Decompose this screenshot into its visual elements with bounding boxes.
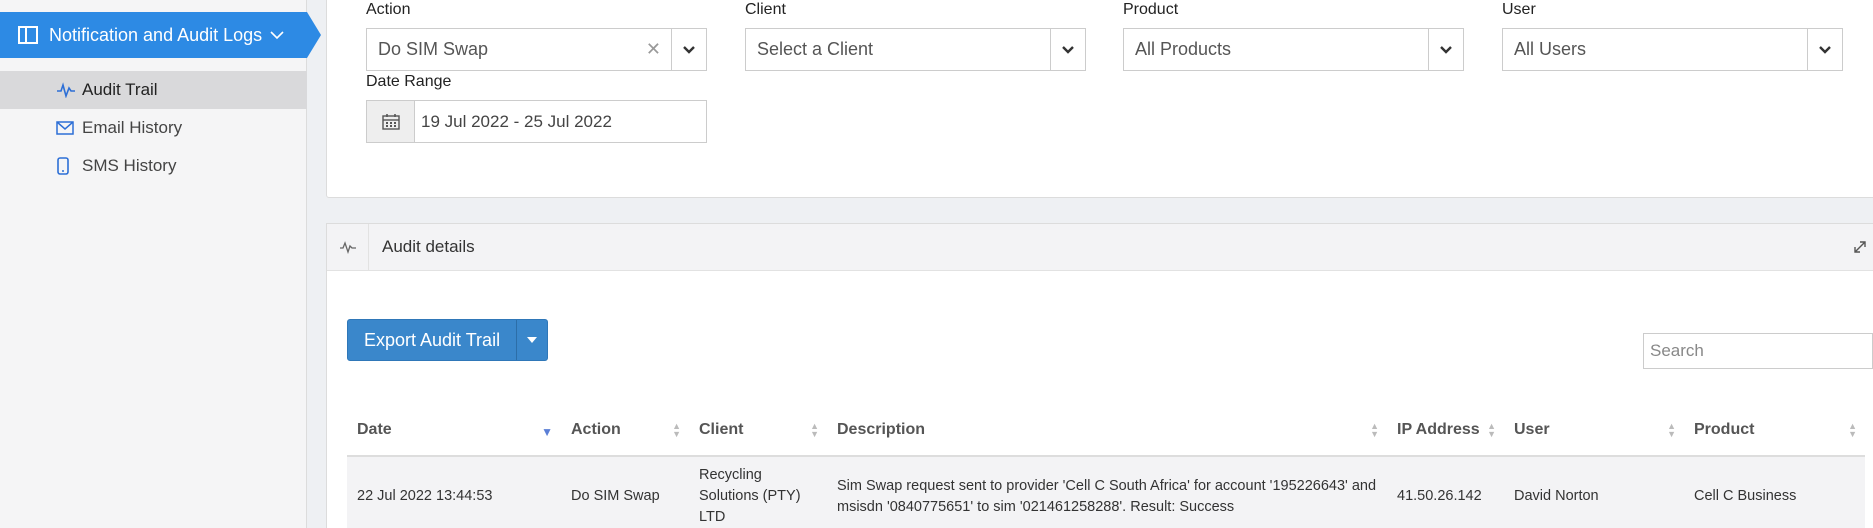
mobile-icon: [56, 157, 76, 175]
cell-description: Sim Swap request sent to provider 'Cell …: [837, 477, 1377, 515]
product-select[interactable]: All Products: [1123, 28, 1464, 71]
activity-icon: [327, 224, 369, 270]
action-select-value: Do SIM Swap: [378, 39, 489, 59]
date-range-picker[interactable]: 19 Jul 2022 - 25 Jul 2022: [366, 100, 707, 143]
sidebar-item-label: Audit Trail: [82, 80, 158, 99]
sidebar: Notification and Audit Logs Audit Trail …: [0, 0, 321, 528]
export-button-label[interactable]: Export Audit Trail: [348, 320, 518, 360]
date-range-value: 19 Jul 2022 - 25 Jul 2022: [421, 111, 612, 131]
sidebar-item-label: Email History: [82, 118, 183, 137]
product-filter-label: Product: [1123, 1, 1179, 18]
sort-desc-icon: ▼: [541, 425, 553, 439]
table-row[interactable]: 22 Jul 2022 13:44:53 Do SIM Swap Recycli…: [347, 456, 1865, 528]
user-filter-label: User: [1502, 1, 1536, 18]
action-filter-label: Action: [366, 1, 411, 18]
export-audit-trail-button[interactable]: Export Audit Trail: [347, 319, 549, 361]
clear-icon[interactable]: ✕: [646, 39, 661, 60]
sidebar-section-notification-audit[interactable]: Notification and Audit Logs: [0, 12, 321, 58]
column-header-label: Product: [1694, 420, 1755, 438]
column-header-user[interactable]: User ▲ ▼: [1504, 404, 1684, 457]
caret-down-icon[interactable]: [517, 320, 547, 360]
table-header-row: Date ▼ Action ▲ ▼ Client ▲ ▼ Description ▲ ▼ IP…: [347, 404, 1865, 457]
filter-panel: Action Do SIM Swap ✕ Client Select a Cli…: [326, 0, 1873, 198]
column-header-client[interactable]: Client ▲ ▼: [689, 404, 827, 457]
chevron-down-icon[interactable]: [1428, 29, 1463, 70]
audit-panel-header: Audit details: [327, 224, 1873, 271]
sort-icon: ▲ ▼: [810, 421, 819, 439]
sort-icon: ▲ ▼: [1848, 421, 1857, 439]
audit-table: Date ▼ Action ▲ ▼ Client ▲ ▼ Description ▲ ▼ IP…: [347, 404, 1865, 528]
client-select-value: Select a Client: [757, 39, 874, 59]
chevron-down-icon[interactable]: [671, 29, 706, 70]
column-header-label: Date: [357, 420, 392, 438]
cell-product: Cell C Business: [1694, 488, 1797, 504]
chevron-down-icon: [270, 30, 284, 40]
user-select-value: All Users: [1514, 39, 1587, 59]
sort-icon: ▲ ▼: [1487, 421, 1496, 439]
calendar-icon[interactable]: [367, 101, 415, 142]
audit-panel-title: Audit details: [382, 237, 475, 256]
sort-icon: ▲ ▼: [672, 421, 681, 439]
column-header-label: Client: [699, 420, 744, 438]
sidebar-item-audit-trail[interactable]: Audit Trail: [0, 71, 307, 109]
date-range-label: Date Range: [366, 73, 452, 90]
client-filter-label: Client: [745, 1, 786, 18]
sidebar-item-sms-history[interactable]: SMS History: [0, 147, 307, 185]
column-header-label: IP Address: [1397, 420, 1480, 438]
client-select[interactable]: Select a Client: [745, 28, 1086, 71]
column-header-action[interactable]: Action ▲ ▼: [561, 404, 689, 457]
column-header-ip-address[interactable]: IP Address ▲ ▼: [1387, 404, 1504, 457]
columns-icon: [18, 26, 40, 44]
expand-icon[interactable]: [1853, 239, 1867, 259]
column-header-label: Description: [837, 420, 926, 438]
sort-icon: ▲ ▼: [1667, 421, 1676, 439]
column-header-description[interactable]: Description ▲ ▼: [827, 404, 1387, 457]
sidebar-section-label: Notification and Audit Logs: [49, 24, 263, 45]
cell-date: 22 Jul 2022 13:44:53: [357, 488, 493, 504]
cell-action: Do SIM Swap: [571, 488, 660, 504]
action-select[interactable]: Do SIM Swap ✕: [366, 28, 707, 71]
column-header-label: Action: [571, 420, 621, 438]
chevron-down-icon[interactable]: [1050, 29, 1085, 70]
cell-client: Recycling Solutions (PTY) LTD: [699, 467, 801, 525]
product-select-value: All Products: [1135, 39, 1232, 59]
sidebar-item-email-history[interactable]: Email History: [0, 109, 307, 147]
chevron-down-icon[interactable]: [1807, 29, 1842, 70]
user-select[interactable]: All Users: [1502, 28, 1843, 71]
cell-ip-address: 41.50.26.142: [1397, 488, 1482, 504]
activity-icon: [56, 81, 76, 99]
sidebar-item-label: SMS History: [82, 156, 177, 175]
cell-user: David Norton: [1514, 488, 1599, 504]
column-header-date[interactable]: Date ▼: [347, 404, 561, 457]
sort-icon: ▲ ▼: [1370, 421, 1379, 439]
search-input[interactable]: [1643, 333, 1873, 369]
envelope-icon: [56, 119, 76, 137]
audit-panel: Audit details Export Audit Trail Date ▼ A…: [326, 223, 1873, 528]
column-header-label: User: [1514, 420, 1550, 438]
column-header-product[interactable]: Product ▲ ▼: [1684, 404, 1865, 457]
